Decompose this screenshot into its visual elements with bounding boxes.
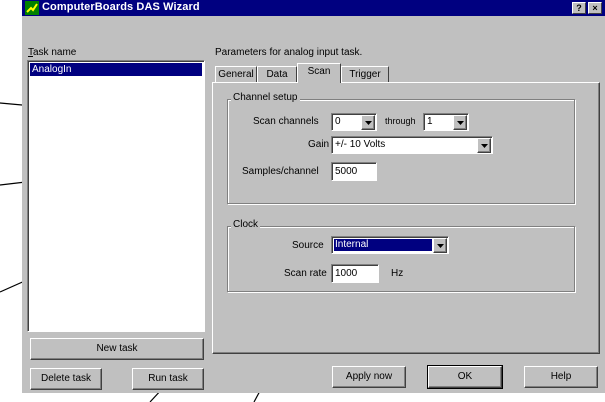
chevron-down-icon[interactable] bbox=[361, 115, 375, 130]
scan-rate-unit: Hz bbox=[391, 268, 404, 279]
task-list[interactable]: AnalogIn bbox=[27, 60, 205, 332]
gain-select[interactable]: +/- 10 Volts bbox=[331, 136, 493, 154]
ok-button[interactable]: OK bbox=[427, 365, 503, 389]
help-label: Help bbox=[550, 371, 572, 382]
new-task-label: New task bbox=[96, 343, 138, 354]
new-task-button[interactable]: New task bbox=[30, 338, 204, 360]
through-label: through bbox=[385, 116, 416, 126]
delete-task-label: Delete task bbox=[40, 373, 92, 384]
source-label: Source bbox=[292, 240, 324, 251]
help-button[interactable]: Help bbox=[524, 366, 598, 388]
tab-general[interactable]: General bbox=[215, 66, 257, 82]
scan-from-select[interactable]: 0 bbox=[331, 113, 377, 131]
title-bar: ComputerBoards DAS Wizard ? × bbox=[22, 0, 605, 16]
scan-to-select[interactable]: 1 bbox=[423, 113, 469, 131]
help-title-button[interactable]: ? bbox=[572, 2, 586, 14]
tab-scan[interactable]: Scan bbox=[297, 63, 341, 83]
chevron-down-icon[interactable] bbox=[453, 115, 467, 130]
scan-from-value: 0 bbox=[335, 116, 341, 127]
chevron-down-icon[interactable] bbox=[433, 238, 447, 253]
ok-label: OK bbox=[457, 371, 473, 382]
gain-value: +/- 10 Volts bbox=[335, 139, 386, 150]
task-list-item-selected[interactable]: AnalogIn bbox=[30, 63, 202, 76]
apply-now-label: Apply now bbox=[345, 371, 393, 382]
das-wizard-window: ComputerBoards DAS Wizard ? × Task name … bbox=[22, 0, 605, 393]
close-title-button[interactable]: × bbox=[588, 2, 602, 14]
task-item-label: AnalogIn bbox=[32, 64, 72, 75]
samples-value: 5000 bbox=[335, 166, 358, 177]
clock-legend: Clock bbox=[231, 219, 261, 230]
samples-label: Samples/channel bbox=[242, 166, 319, 177]
scan-to-value: 1 bbox=[427, 116, 433, 127]
channel-setup-legend: Channel setup bbox=[231, 92, 300, 103]
samples-input[interactable]: 5000 bbox=[331, 162, 377, 181]
scan-rate-input[interactable]: 1000 bbox=[331, 264, 379, 283]
window-title: ComputerBoards DAS Wizard bbox=[42, 1, 200, 13]
app-icon bbox=[25, 1, 39, 15]
delete-task-button[interactable]: Delete task bbox=[30, 368, 102, 390]
params-label: Parameters for analog input task. bbox=[215, 47, 363, 58]
apply-now-button[interactable]: Apply now bbox=[332, 366, 406, 388]
task-name-label: Task name bbox=[28, 47, 77, 58]
scan-rate-value: 1000 bbox=[335, 268, 358, 279]
scan-channels-label: Scan channels bbox=[253, 116, 319, 127]
tab-trigger[interactable]: Trigger bbox=[341, 66, 389, 82]
scan-tab-page: Channel setup Scan channels 0 through 1 … bbox=[212, 82, 600, 354]
source-select[interactable]: Internal bbox=[331, 236, 449, 254]
tab-data[interactable]: Data bbox=[257, 66, 297, 82]
scan-rate-label: Scan rate bbox=[284, 268, 327, 279]
run-task-button[interactable]: Run task bbox=[132, 368, 204, 390]
chevron-down-icon[interactable] bbox=[477, 138, 491, 153]
run-task-label: Run task bbox=[148, 373, 188, 384]
source-value: Internal bbox=[335, 239, 369, 250]
gain-label: Gain bbox=[308, 139, 330, 150]
